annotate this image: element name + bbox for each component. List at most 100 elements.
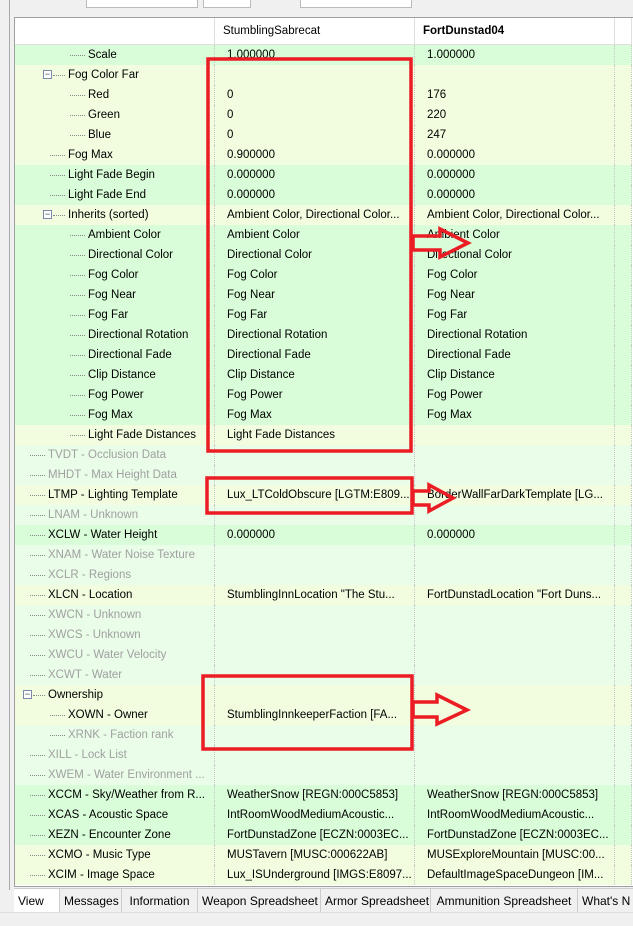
row-label-cell[interactable]: Light Fade Begin [15, 165, 215, 185]
value-stumblingsabrecat[interactable]: 0.000000 [215, 525, 415, 545]
row-label-cell[interactable]: LTMP - Lighting Template [15, 485, 215, 505]
row-label-cell[interactable]: XLCN - Location [15, 585, 215, 605]
value-stumblingsabrecat[interactable]: Fog Far [215, 305, 415, 325]
row-label-cell[interactable]: Fog Power [15, 385, 215, 405]
row-label-cell[interactable]: XWEM - Water Environment ... [15, 765, 215, 785]
table-row[interactable]: Fog Near Fog Near Fog Near [15, 285, 632, 305]
value-stumblingsabrecat[interactable]: 0.900000 [215, 145, 415, 165]
tab-ammunition-spreadsheet[interactable]: Ammunition Spreadsheet [431, 889, 578, 913]
table-row[interactable]: XCMO - Music Type MUSTavern [MUSC:000622A… [15, 845, 632, 865]
value-fortdunstad04[interactable]: FortDunstadLocation "Fort Duns... [415, 585, 615, 605]
value-stumblingsabrecat[interactable] [215, 65, 415, 85]
table-row[interactable]: Directional Fade Directional Fade Directio… [15, 345, 632, 365]
value-stumblingsabrecat[interactable]: IntRoomWoodMediumAcoustic... [215, 805, 415, 825]
value-fortdunstad04[interactable] [415, 665, 615, 685]
table-row[interactable]: LTMP - Lighting Template Lux_LTColdObscur… [15, 485, 632, 505]
value-fortdunstad04[interactable]: Fog Far [415, 305, 615, 325]
row-label-cell[interactable]: Red [15, 85, 215, 105]
value-stumblingsabrecat[interactable] [215, 645, 415, 665]
value-fortdunstad04[interactable] [415, 65, 615, 85]
value-stumblingsabrecat[interactable]: 0.000000 [215, 185, 415, 205]
row-label-cell[interactable]: Directional Fade [15, 345, 215, 365]
table-row[interactable]: XEZN - Encounter Zone FortDunstadZone [EC… [15, 825, 632, 845]
value-fortdunstad04[interactable] [415, 725, 615, 745]
tab-weapon-spreadsheet[interactable]: Weapon Spreadsheet [198, 889, 321, 913]
value-stumblingsabrecat[interactable]: 1.000000 [215, 45, 415, 65]
row-label-cell[interactable]: XWCU - Water Velocity [15, 645, 215, 665]
tab-view[interactable]: View [14, 889, 60, 913]
table-row[interactable]: Fog Power Fog Power Fog Power [15, 385, 632, 405]
value-stumblingsabrecat[interactable]: 0 [215, 105, 415, 125]
row-label-cell[interactable]: TVDT - Occlusion Data [15, 445, 215, 465]
value-fortdunstad04[interactable] [415, 765, 615, 785]
value-fortdunstad04[interactable]: 176 [415, 85, 615, 105]
table-row[interactable]: LNAM - Unknown [15, 505, 632, 525]
value-stumblingsabrecat[interactable] [215, 685, 415, 705]
table-row[interactable]: XILL - Lock List [15, 745, 632, 765]
value-stumblingsabrecat[interactable]: MUSTavern [MUSC:000622AB] [215, 845, 415, 865]
value-stumblingsabrecat[interactable] [215, 505, 415, 525]
row-label-cell[interactable]: XWCS - Unknown [15, 625, 215, 645]
table-row[interactable]: Light Fade Distances Light Fade Distances [15, 425, 632, 445]
value-fortdunstad04[interactable]: Directional Fade [415, 345, 615, 365]
table-row[interactable]: Directional Color Directional Color Direct… [15, 245, 632, 265]
value-fortdunstad04[interactable] [415, 465, 615, 485]
table-row[interactable]: Fog Max Fog Max Fog Max [15, 405, 632, 425]
value-fortdunstad04[interactable]: 247 [415, 125, 615, 145]
value-stumblingsabrecat[interactable] [215, 445, 415, 465]
row-label-cell[interactable]: XNAM - Water Noise Texture [15, 545, 215, 565]
value-stumblingsabrecat[interactable]: Lux_ISUnderground [IMGS:E8097... [215, 865, 415, 885]
value-fortdunstad04[interactable]: Fog Near [415, 285, 615, 305]
table-row[interactable]: Light Fade End 0.000000 0.000000 [15, 185, 632, 205]
value-fortdunstad04[interactable]: 0.000000 [415, 165, 615, 185]
value-stumblingsabrecat[interactable]: Fog Max [215, 405, 415, 425]
value-fortdunstad04[interactable]: Ambient Color [415, 225, 615, 245]
row-label-cell[interactable]: XCIM - Image Space [15, 865, 215, 885]
value-stumblingsabrecat[interactable]: Ambient Color [215, 225, 415, 245]
row-label-cell[interactable]: XWCN - Unknown [15, 605, 215, 625]
row-label-cell[interactable]: Scale [15, 45, 215, 65]
table-row[interactable]: Fog Far Fog Far Fog Far [15, 305, 632, 325]
value-fortdunstad04[interactable]: 220 [415, 105, 615, 125]
row-label-cell[interactable]: − Ownership [15, 685, 215, 705]
column-header-fortdunstad04[interactable]: FortDunstad04 [415, 18, 615, 45]
value-fortdunstad04[interactable] [415, 605, 615, 625]
value-stumblingsabrecat[interactable]: Light Fade Distances [215, 425, 415, 445]
value-fortdunstad04[interactable]: MUSExploreMountain [MUSC:00... [415, 845, 615, 865]
value-stumblingsabrecat[interactable]: Directional Color [215, 245, 415, 265]
row-label-cell[interactable]: XEZN - Encounter Zone [15, 825, 215, 845]
value-fortdunstad04[interactable] [415, 645, 615, 665]
table-row[interactable]: Fog Max 0.900000 0.000000 [15, 145, 632, 165]
value-stumblingsabrecat[interactable] [215, 465, 415, 485]
table-row[interactable]: XLCN - Location StumblingInnLocation "The… [15, 585, 632, 605]
value-stumblingsabrecat[interactable]: Directional Rotation [215, 325, 415, 345]
row-label-cell[interactable]: Blue [15, 125, 215, 145]
value-stumblingsabrecat[interactable] [215, 605, 415, 625]
row-label-cell[interactable]: XCMO - Music Type [15, 845, 215, 865]
value-stumblingsabrecat[interactable]: WeatherSnow [REGN:000C5853] [215, 785, 415, 805]
value-fortdunstad04[interactable]: 0.000000 [415, 525, 615, 545]
table-row[interactable]: Directional Rotation Directional Rotation… [15, 325, 632, 345]
value-stumblingsabrecat[interactable]: Directional Fade [215, 345, 415, 365]
tab-armor-spreadsheet[interactable]: Armor Spreadsheet [321, 889, 431, 913]
row-label-cell[interactable]: XRNK - Faction rank [15, 725, 215, 745]
table-row[interactable]: XWCS - Unknown [15, 625, 632, 645]
toolbar-input[interactable] [300, 0, 412, 8]
table-row[interactable]: XWEM - Water Environment ... [15, 765, 632, 785]
table-row[interactable]: Ambient Color Ambient Color Ambient Color [15, 225, 632, 245]
column-header-tree[interactable] [15, 18, 215, 45]
table-row[interactable]: MHDT - Max Height Data [15, 465, 632, 485]
row-label-cell[interactable]: XILL - Lock List [15, 745, 215, 765]
table-row[interactable]: XRNK - Faction rank [15, 725, 632, 745]
value-stumblingsabrecat[interactable]: Lux_LTColdObscure [LGTM:E809... [215, 485, 415, 505]
row-label-cell[interactable]: XCLW - Water Height [15, 525, 215, 545]
value-stumblingsabrecat[interactable]: Fog Color [215, 265, 415, 285]
row-label-cell[interactable]: Clip Distance [15, 365, 215, 385]
toolbar-button[interactable] [203, 0, 251, 8]
value-stumblingsabrecat[interactable]: 0 [215, 85, 415, 105]
value-stumblingsabrecat[interactable] [215, 665, 415, 685]
table-row[interactable]: XWCU - Water Velocity [15, 645, 632, 665]
table-row[interactable]: XCAS - Acoustic Space IntRoomWoodMediumAc… [15, 805, 632, 825]
table-row[interactable]: TVDT - Occlusion Data [15, 445, 632, 465]
row-label-cell[interactable]: XCLR - Regions [15, 565, 215, 585]
